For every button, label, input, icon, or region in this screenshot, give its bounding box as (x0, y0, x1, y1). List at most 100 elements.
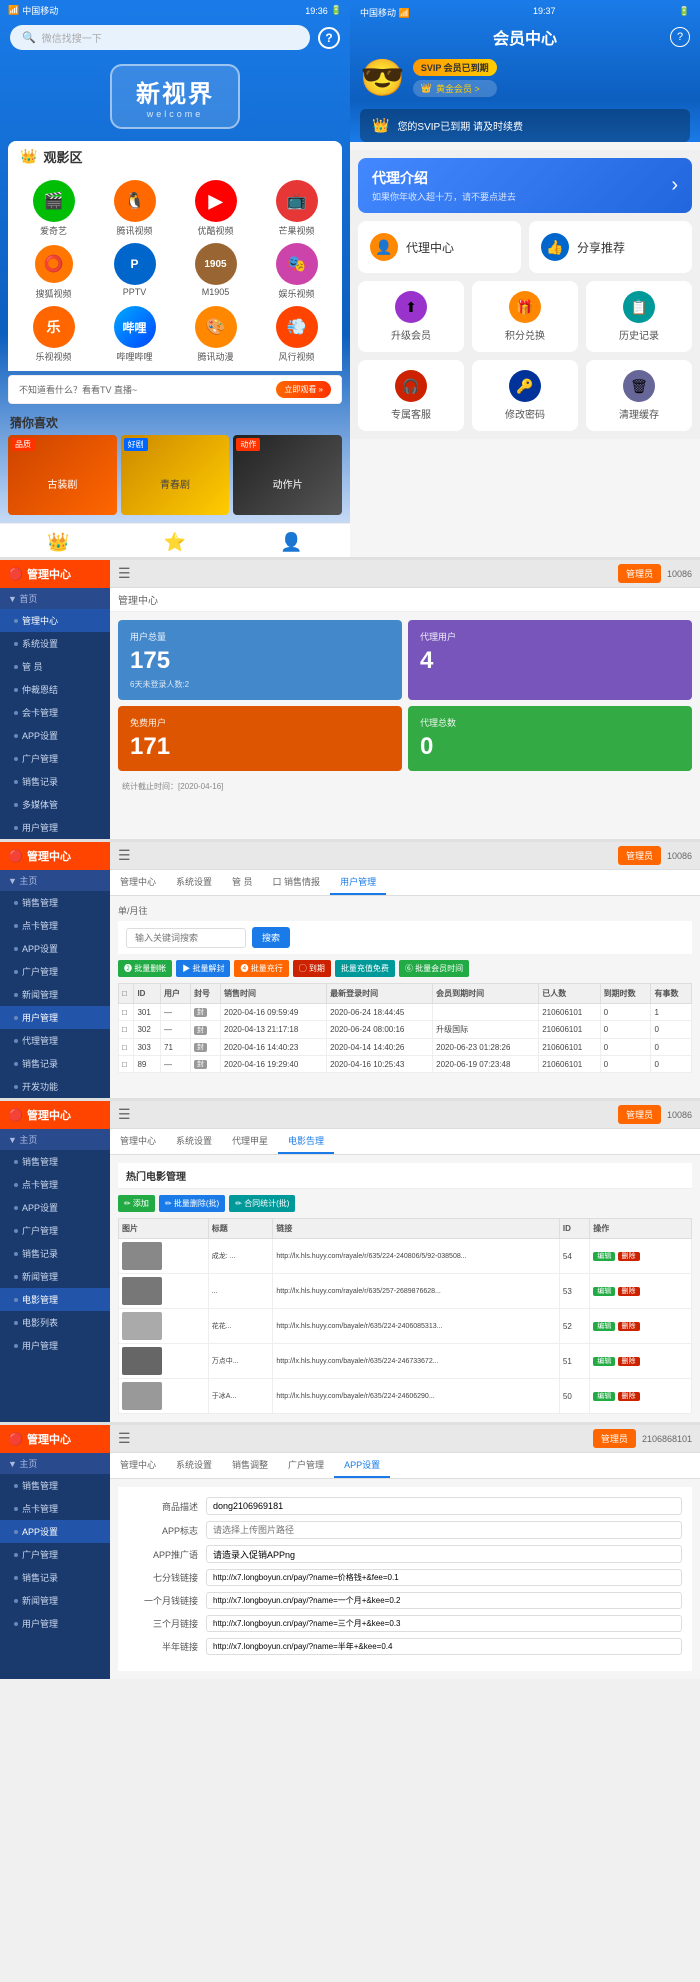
hamburger-icon-1[interactable]: ☰ (118, 565, 131, 582)
btn-add-movie[interactable]: ✏ 添加 (118, 1195, 155, 1212)
app-fengxing[interactable]: 💨 风行视频 (259, 306, 334, 363)
s2-users[interactable]: 用户管理 (0, 1006, 110, 1029)
sidebar-item-sysset[interactable]: 系统设置 (0, 632, 110, 655)
btn-batch-vip[interactable]: ⑥ 批量会员时间 (399, 960, 469, 977)
btn-del-movie-2[interactable]: 删除 (618, 1287, 640, 1296)
sidebar-item-admin[interactable]: 管 员 (0, 655, 110, 678)
sidebar-item-mgmt[interactable]: 管理中心 (0, 609, 110, 632)
promo-card[interactable]: 代理介绍 如果你年收入超十万，请不要点进去 › (358, 158, 692, 213)
tab-mgmt-3[interactable]: 管理中心 (110, 1129, 166, 1154)
btn-expire[interactable]: ◯ 到期 (293, 960, 331, 977)
td-check[interactable]: □ (119, 1004, 134, 1021)
btn-batch-delete-movie[interactable]: ✏ 批量删除(批) (159, 1195, 225, 1212)
form-input-halfyear[interactable] (206, 1638, 682, 1655)
tab-ads-4[interactable]: 广户管理 (278, 1453, 334, 1478)
btn-edit-movie-3[interactable]: 编辑 (593, 1322, 615, 1331)
nav-home[interactable]: 👑 (47, 532, 69, 553)
tab-sys-3[interactable]: 系统设置 (166, 1129, 222, 1154)
action-share[interactable]: 👍 分享推荐 (529, 221, 692, 273)
app-sohu[interactable]: ⭕ 搜狐视频 (16, 243, 91, 300)
feature-points[interactable]: 🎁 积分兑换 (472, 281, 578, 352)
feature-cache[interactable]: 🗑 清理缓存 (586, 360, 692, 431)
btn-edit-movie-5[interactable]: 编辑 (593, 1392, 615, 1401)
s4-news[interactable]: 新闻管理 (0, 1589, 110, 1612)
td-check[interactable]: □ (119, 1021, 134, 1039)
action-agent-center[interactable]: 👤 代理中心 (358, 221, 521, 273)
hamburger-icon-2[interactable]: ☰ (118, 847, 131, 864)
s3-ads[interactable]: 广户管理 (0, 1219, 110, 1242)
tab-movie-3[interactable]: 电影告理 (278, 1129, 334, 1154)
feature-history[interactable]: 📋 历史记录 (586, 281, 692, 352)
sidebar-item-arbitrate[interactable]: 仲裁恩结 (0, 678, 110, 701)
td-check[interactable]: □ (119, 1039, 134, 1056)
form-input-7fen[interactable] (206, 1569, 682, 1586)
s2-dev[interactable]: 开发功能 (0, 1075, 110, 1098)
tab-mgmt-center-2[interactable]: 管理中心 (110, 870, 166, 895)
app-iqiyi[interactable]: 🎬 爱奇艺 (16, 180, 91, 237)
btn-del-movie-5[interactable]: 删除 (618, 1392, 640, 1401)
app-pptv[interactable]: P PPTV (97, 243, 172, 300)
sidebar-item-sales[interactable]: 销售记录 (0, 770, 110, 793)
app-zuiyou[interactable]: 🎭 娱乐视频 (259, 243, 334, 300)
btn-del-movie-4[interactable]: 删除 (618, 1357, 640, 1366)
s3-cards[interactable]: 点卡管理 (0, 1173, 110, 1196)
sidebar-item-app[interactable]: APP设置 (0, 724, 110, 747)
s3-movie[interactable]: 电影管理 (0, 1288, 110, 1311)
app-mgtv[interactable]: 📺 芒果视频 (259, 180, 334, 237)
s2-news[interactable]: 新闻管理 (0, 983, 110, 1006)
btn-del-movie-3[interactable]: 删除 (618, 1322, 640, 1331)
feature-password[interactable]: 🔑 修改密码 (472, 360, 578, 431)
sidebar-item-ads[interactable]: 广户管理 (0, 747, 110, 770)
tab-sales-4[interactable]: 销售调整 (222, 1453, 278, 1478)
s3-news[interactable]: 新闻管理 (0, 1265, 110, 1288)
sidebar-item-users[interactable]: 用户管理 (0, 816, 110, 839)
form-input-product[interactable] (206, 1497, 682, 1515)
manage-btn-1[interactable]: 管理员 (618, 564, 661, 583)
s2-app[interactable]: APP设置 (0, 937, 110, 960)
tab-user-mgmt-2[interactable]: 用户管理 (330, 870, 386, 895)
tab-sys-4[interactable]: 系统设置 (166, 1453, 222, 1478)
app-m1905[interactable]: 1905 M1905 (178, 243, 253, 300)
s4-app[interactable]: APP设置 (0, 1520, 110, 1543)
search-btn-2[interactable]: 搜索 (252, 927, 290, 948)
s3-salerecord[interactable]: 销售记录 (0, 1242, 110, 1265)
sidebar-item-media[interactable]: 多媒体管 (0, 793, 110, 816)
search-input-2[interactable] (126, 928, 246, 948)
hamburger-icon-4[interactable]: ☰ (118, 1430, 131, 1447)
td-check[interactable]: □ (119, 1056, 134, 1073)
sidebar-item-card[interactable]: 会卡管理 (0, 701, 110, 724)
btn-batch-unban[interactable]: ▶ 批量解封 (176, 960, 230, 977)
tab-agent-3[interactable]: 代理甲星 (222, 1129, 278, 1154)
s2-home[interactable]: 销售管理 (0, 891, 110, 914)
btn-del-movie-1[interactable]: 删除 (618, 1252, 640, 1261)
help-vip-btn[interactable]: ? (670, 27, 690, 47)
s3-app[interactable]: APP设置 (0, 1196, 110, 1219)
btn-edit-movie-4[interactable]: 编辑 (593, 1357, 615, 1366)
s2-orders[interactable]: 点卡管理 (0, 914, 110, 937)
recommend-item-1[interactable]: 品质 古装剧 (8, 435, 117, 515)
app-lizhi[interactable]: 哔哩 哔哩哔哩 (97, 306, 172, 363)
btn-edit-movie-2[interactable]: 编辑 (593, 1287, 615, 1296)
tab-mgmt-4[interactable]: 管理中心 (110, 1453, 166, 1478)
nav-profile[interactable]: 👤 (280, 532, 302, 553)
btn-batch-delete[interactable]: ❷ 批量删帐 (118, 960, 172, 977)
search-bar[interactable]: 🔍 微信找搜一下 (10, 25, 310, 50)
tab-app-4[interactable]: APP设置 (334, 1453, 390, 1478)
app-qqanim[interactable]: 🎨 腾讯动漫 (178, 306, 253, 363)
tab-sys-settings-2[interactable]: 系统设置 (166, 870, 222, 895)
feature-upgrade[interactable]: ⬆ 升级会员 (358, 281, 464, 352)
manage-btn-4[interactable]: 管理员 (593, 1429, 636, 1448)
s4-salerecord[interactable]: 销售记录 (0, 1566, 110, 1589)
s3-users[interactable]: 用户管理 (0, 1334, 110, 1357)
s3-sales[interactable]: 销售管理 (0, 1150, 110, 1173)
nav-star[interactable]: ⭐ (164, 532, 186, 553)
app-tencent[interactable]: 🐧 腾讯视频 (97, 180, 172, 237)
hamburger-icon-3[interactable]: ☰ (118, 1106, 131, 1123)
s4-users[interactable]: 用户管理 (0, 1612, 110, 1635)
btn-stats-movie[interactable]: ✏ 合同统计(批) (229, 1195, 295, 1212)
app-letv[interactable]: 乐 乐视视频 (16, 306, 91, 363)
form-input-3month[interactable] (206, 1615, 682, 1632)
btn-edit-movie-1[interactable]: 编辑 (593, 1252, 615, 1261)
btn-batch-charge[interactable]: ❹ 批量充行 (234, 960, 288, 977)
form-input-1month[interactable] (206, 1592, 682, 1609)
